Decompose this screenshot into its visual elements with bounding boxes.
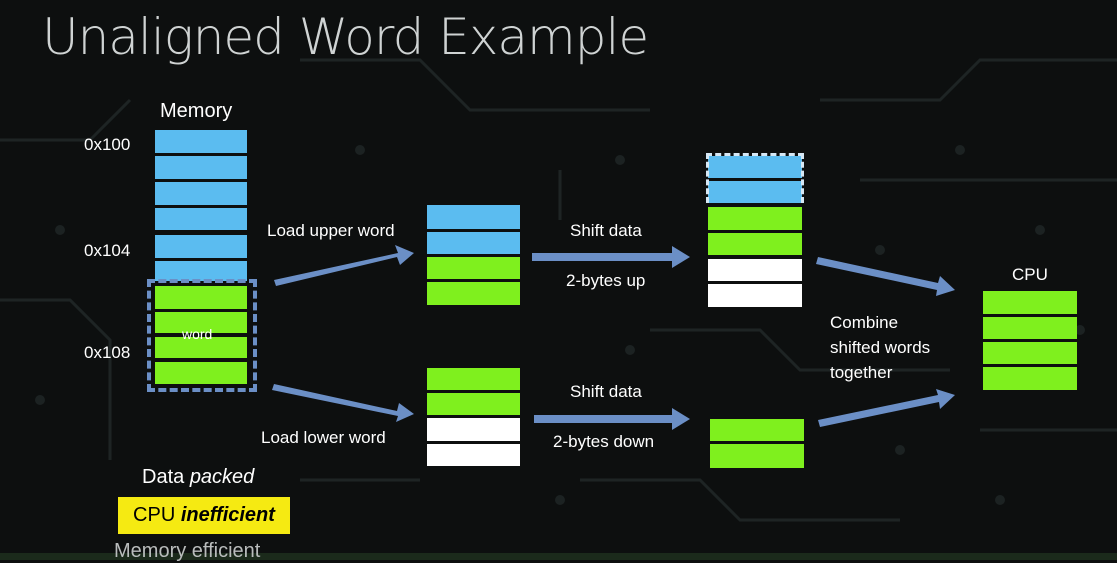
cpu-inefficient-badge: CPU inefficient	[118, 497, 290, 534]
shift-up-label-1: Shift data	[570, 221, 642, 240]
load-upper-label: Load upper word	[267, 221, 395, 240]
arrow-shift-down	[534, 408, 690, 430]
cpu-inefficient-emphasis: inefficient	[180, 504, 275, 526]
combine-label-1: Combine	[830, 313, 899, 332]
combine-label-3: together	[830, 363, 893, 382]
shift-down-label-2: 2-bytes down	[553, 432, 655, 451]
shift-down-label-1: Shift data	[570, 382, 642, 401]
load-lower-label: Load lower word	[261, 428, 386, 447]
shift-up-label-2: 2-bytes up	[566, 271, 646, 290]
arrow-shift-up	[532, 246, 690, 268]
data-packed-emphasis: packed	[189, 466, 255, 488]
arrow-combine-lower	[818, 389, 955, 427]
arrow-combine-upper	[816, 257, 955, 296]
arrow-load-upper	[274, 245, 414, 286]
data-packed-note: Data packed	[142, 466, 254, 489]
data-packed-prefix: Data	[142, 466, 190, 488]
cpu-inefficient-prefix: CPU	[133, 504, 176, 526]
combine-label-2: shifted words	[830, 338, 931, 357]
arrow-load-lower	[272, 384, 414, 422]
